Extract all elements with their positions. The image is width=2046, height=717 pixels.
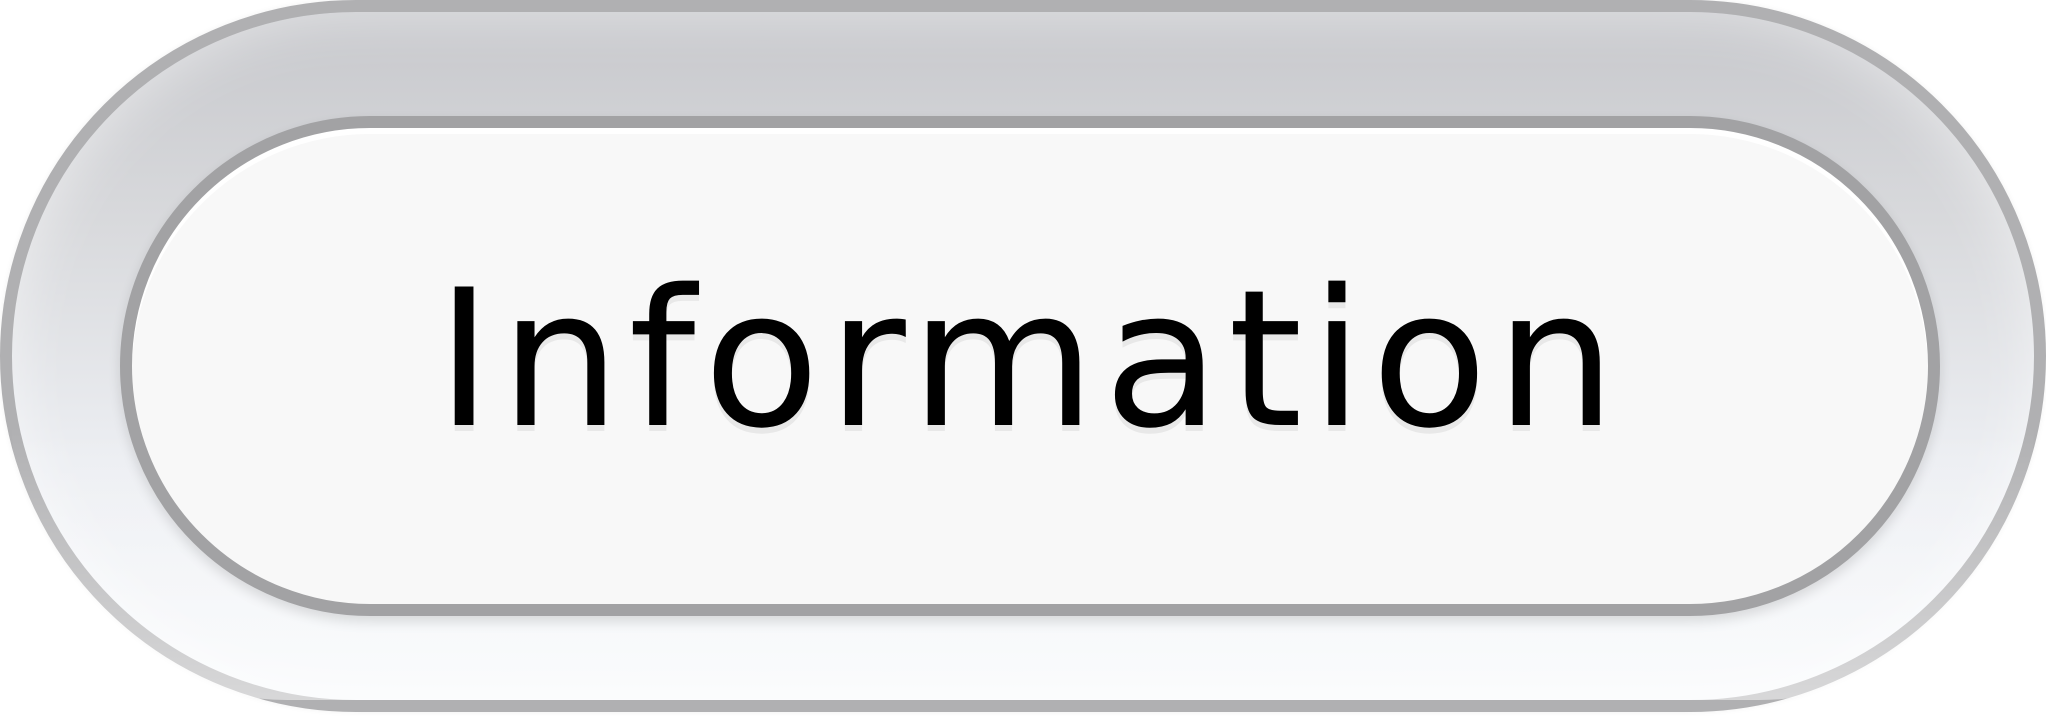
information-button[interactable]: Information <box>120 116 1940 616</box>
information-button-label: Information <box>436 249 1624 470</box>
